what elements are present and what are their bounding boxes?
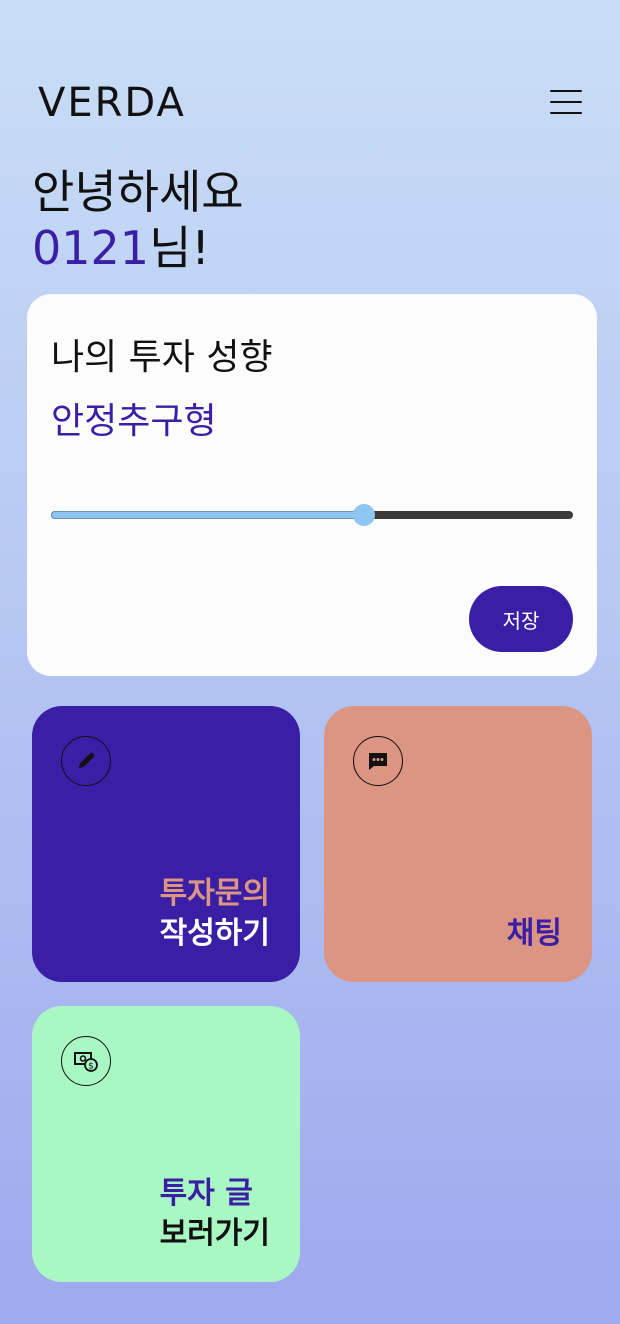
tile-label-line2: 작성하기 (159, 916, 270, 951)
hamburger-menu-icon[interactable] (548, 86, 584, 118)
tile-label: 채팅 (507, 914, 562, 954)
chat-bubble-icon (353, 736, 403, 786)
preference-title: 나의 투자 성향 (51, 337, 273, 378)
username: 0121 (32, 221, 150, 275)
save-button[interactable]: 저장 (469, 586, 573, 652)
view-posts-tile[interactable]: $ 투자 글 보러가기 (32, 1006, 300, 1282)
tile-label: 투자문의 작성하기 (160, 874, 270, 954)
slider-fill (51, 511, 365, 519)
preference-slider[interactable] (51, 504, 573, 526)
tile-label: 투자 글 보러가기 (160, 1174, 270, 1254)
tile-label-line2: 채팅 (506, 916, 562, 951)
brand-logo: VERDA (38, 80, 186, 126)
preference-type: 안정추구형 (51, 401, 217, 442)
tile-label-line1: 투자 글 (159, 1176, 253, 1211)
money-icon: $ (61, 1036, 111, 1086)
tile-label-line1: 투자문의 (159, 876, 270, 911)
greeting: 안녕하세요 0121님! (32, 164, 244, 276)
greeting-line: 안녕하세요 (32, 165, 244, 219)
tile-label-line2: 보러가기 (159, 1216, 270, 1251)
greeting-suffix: 님! (149, 221, 210, 275)
investment-preference-card: 나의 투자 성향 안정추구형 저장 (27, 294, 597, 676)
pencil-icon (61, 736, 111, 786)
chat-tile[interactable]: 채팅 (324, 706, 592, 982)
greeting-user-line: 0121님! (32, 220, 244, 276)
write-inquiry-tile[interactable]: 투자문의 작성하기 (32, 706, 300, 982)
slider-thumb[interactable] (353, 504, 376, 526)
svg-text:$: $ (88, 1062, 94, 1072)
